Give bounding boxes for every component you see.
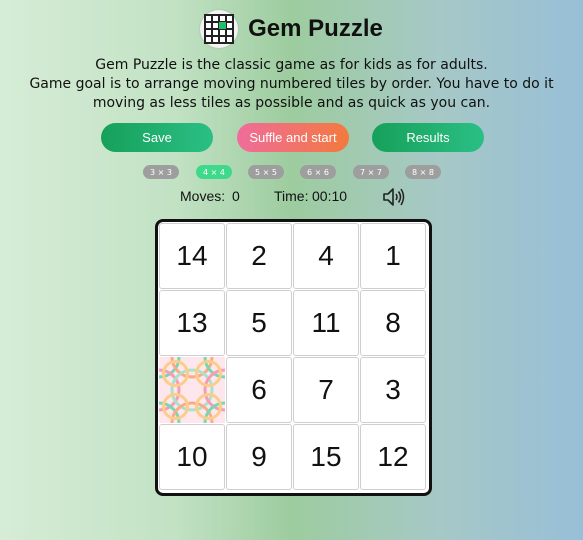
puzzle-tile[interactable]: 6 bbox=[226, 357, 292, 423]
puzzle-tile[interactable]: 4 bbox=[293, 223, 359, 289]
description-line: Game goal is to arrange moving numbered … bbox=[29, 76, 554, 92]
puzzle-tile[interactable]: 13 bbox=[159, 290, 225, 356]
puzzle-tile[interactable]: 9 bbox=[226, 424, 292, 490]
puzzle-tile[interactable]: 11 bbox=[293, 290, 359, 356]
size-option-8x8[interactable]: 8 × 8 bbox=[405, 165, 441, 179]
size-option-7x7[interactable]: 7 × 7 bbox=[353, 165, 389, 179]
puzzle-tile[interactable]: 2 bbox=[226, 223, 292, 289]
description-line: moving as less tiles as possible and as … bbox=[92, 95, 491, 111]
page-title: Gem Puzzle bbox=[248, 15, 383, 42]
grid-puzzle-icon bbox=[200, 10, 239, 48]
size-option-6x6[interactable]: 6 × 6 bbox=[300, 165, 336, 179]
board-size-selector: 3 × 3 4 × 4 5 × 5 6 × 6 7 × 7 8 × 8 bbox=[0, 165, 583, 180]
save-button[interactable]: Save bbox=[101, 123, 213, 152]
speaker-icon[interactable] bbox=[382, 186, 406, 208]
time-label: Time: bbox=[274, 188, 309, 204]
puzzle-tile[interactable]: 15 bbox=[293, 424, 359, 490]
size-option-5x5[interactable]: 5 × 5 bbox=[248, 165, 284, 179]
empty-cell bbox=[159, 357, 225, 423]
size-option-3x3[interactable]: 3 × 3 bbox=[143, 165, 179, 179]
puzzle-tile[interactable]: 8 bbox=[360, 290, 426, 356]
puzzle-board: 14 2 4 1 13 5 11 8 6 7 3 10 9 15 12 bbox=[155, 219, 432, 496]
results-button[interactable]: Results bbox=[372, 123, 484, 152]
moves-label: Moves: bbox=[180, 188, 226, 204]
header: Gem Puzzle bbox=[0, 8, 583, 50]
puzzle-tile[interactable]: 1 bbox=[360, 223, 426, 289]
puzzle-tile[interactable]: 5 bbox=[226, 290, 292, 356]
moves-counter: 0 bbox=[232, 188, 240, 204]
puzzle-tile[interactable]: 14 bbox=[159, 223, 225, 289]
puzzle-tile[interactable]: 10 bbox=[159, 424, 225, 490]
size-option-4x4[interactable]: 4 × 4 bbox=[196, 165, 232, 179]
time-counter: 00:10 bbox=[312, 188, 348, 204]
puzzle-tile[interactable]: 7 bbox=[293, 357, 359, 423]
shuffle-start-button[interactable]: Suffle and start bbox=[237, 123, 349, 152]
description-line: Gem Puzzle is the classic game as for ki… bbox=[95, 57, 488, 73]
game-description: Gem Puzzle is the classic game as for ki… bbox=[20, 56, 563, 113]
game-status: Moves: 0 Time: 00:10 bbox=[0, 186, 583, 208]
puzzle-tile[interactable]: 3 bbox=[360, 357, 426, 423]
puzzle-tile[interactable]: 12 bbox=[360, 424, 426, 490]
action-buttons: Save Suffle and start Results bbox=[0, 123, 583, 153]
